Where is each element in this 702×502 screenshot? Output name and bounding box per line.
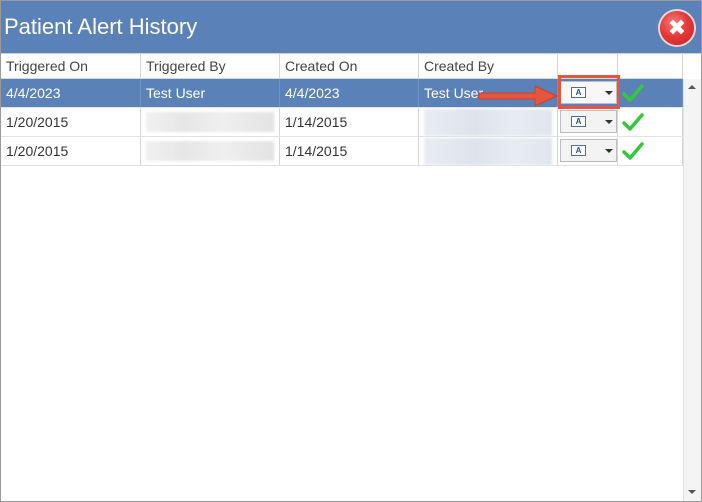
alert-history-grid: Triggered On Triggered By Created On Cre…: [1, 53, 701, 501]
redacted-text: [424, 109, 552, 136]
cell-triggered-on: 1/20/2015: [1, 108, 141, 136]
cell-triggered-on: 4/4/2023: [1, 79, 141, 107]
scroll-up-icon[interactable]: [688, 85, 696, 89]
cell-created-on: 4/4/2023: [280, 79, 419, 107]
table-row[interactable]: 1/20/2015 1/14/2015 A: [1, 108, 683, 137]
patient-alert-history-window: Patient Alert History ✖ Triggered On Tri…: [0, 0, 702, 502]
column-header-triggered-on[interactable]: Triggered On: [1, 54, 141, 78]
cell-actions: A: [558, 137, 618, 165]
vertical-scrollbar[interactable]: [683, 79, 701, 501]
redacted-text: [146, 141, 274, 161]
window-title: Patient Alert History: [4, 14, 198, 39]
cell-triggered-by: Test User: [141, 79, 280, 107]
table-row[interactable]: 1/20/2015 1/14/2015 A: [1, 137, 683, 166]
callout-arrow-icon: [478, 85, 559, 107]
checkmark-icon: [622, 142, 644, 160]
chevron-down-icon: [605, 91, 613, 95]
grid-header: Triggered On Triggered By Created On Cre…: [1, 54, 683, 79]
scroll-down-icon[interactable]: [688, 490, 696, 494]
alert-action-dropdown[interactable]: A: [560, 139, 617, 162]
document-icon: A: [571, 145, 586, 156]
close-button[interactable]: ✖: [660, 11, 694, 45]
cell-triggered-on: 1/20/2015: [1, 137, 141, 165]
title-bar: Patient Alert History ✖: [1, 1, 701, 53]
checkmark-icon: [622, 113, 644, 131]
cell-created-by: [419, 108, 558, 136]
chevron-down-icon: [605, 149, 613, 153]
close-icon: ✖: [667, 15, 687, 40]
redacted-text: [146, 112, 274, 132]
cell-created-on: 1/14/2015: [280, 108, 419, 136]
cell-triggered-by: [141, 108, 280, 136]
cell-created-by: [419, 137, 558, 165]
column-header-triggered-by[interactable]: Triggered By: [141, 54, 280, 78]
cell-status: [618, 79, 683, 107]
chevron-down-icon: [605, 120, 613, 124]
cell-actions: A: [558, 108, 618, 136]
column-header-status: [618, 54, 683, 78]
redacted-text: [424, 138, 552, 165]
cell-created-on: 1/14/2015: [280, 137, 419, 165]
cell-status: [618, 137, 683, 165]
document-icon: A: [571, 87, 586, 98]
document-icon: A: [571, 116, 586, 127]
table-row[interactable]: 4/4/2023 Test User 4/4/2023 Test User A: [1, 79, 683, 108]
cell-status: [618, 108, 683, 136]
alert-action-dropdown[interactable]: A: [560, 110, 617, 133]
column-header-created-on[interactable]: Created On: [280, 54, 419, 78]
alert-action-dropdown[interactable]: A: [560, 81, 617, 104]
column-header-created-by[interactable]: Created By: [419, 54, 558, 78]
cell-actions: A: [558, 79, 618, 107]
checkmark-icon: [622, 84, 644, 102]
column-header-actions: [558, 54, 618, 78]
cell-triggered-by: [141, 137, 280, 165]
